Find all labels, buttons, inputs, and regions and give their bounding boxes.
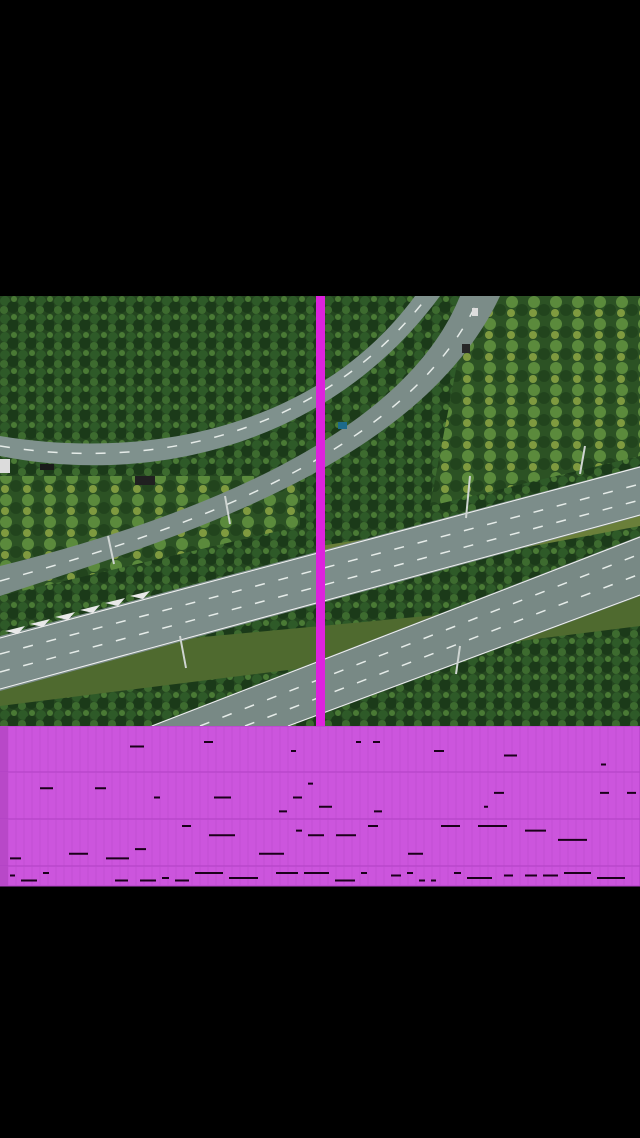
note-block	[279, 810, 287, 813]
note-block	[135, 848, 146, 851]
note-block	[214, 796, 231, 799]
note-block	[162, 877, 169, 879]
sequencer-track-3[interactable]	[0, 818, 640, 867]
note-block	[209, 834, 235, 837]
aerial-highway-scene	[0, 296, 640, 726]
note-block	[408, 852, 423, 855]
note-block	[40, 787, 53, 790]
note-block	[419, 879, 425, 882]
note-block	[304, 872, 329, 874]
note-block	[543, 874, 558, 877]
note-block	[600, 791, 609, 794]
note-block	[21, 879, 37, 882]
note-block	[504, 874, 513, 877]
playhead-marker[interactable]	[316, 296, 325, 726]
note-block	[504, 754, 517, 757]
note-block	[368, 825, 378, 827]
sequencer-panel	[0, 726, 640, 887]
note-block	[259, 852, 284, 855]
note-block	[434, 750, 444, 752]
track-handle	[0, 866, 8, 886]
note-block	[154, 796, 160, 799]
note-block	[308, 782, 313, 785]
note-block	[175, 879, 189, 882]
track-handle	[0, 726, 8, 772]
note-block	[336, 834, 356, 837]
note-block	[319, 805, 332, 808]
note-block	[43, 872, 49, 874]
note-block	[291, 750, 296, 752]
note-block	[361, 872, 367, 874]
note-block	[391, 874, 401, 877]
note-block	[308, 834, 324, 837]
note-block	[182, 825, 191, 827]
note-block	[296, 829, 302, 832]
note-block	[564, 872, 591, 874]
note-block	[293, 796, 302, 799]
note-block	[10, 874, 15, 877]
note-block	[10, 857, 21, 860]
note-block	[356, 741, 361, 743]
note-block	[597, 877, 625, 879]
note-block	[374, 810, 382, 813]
note-block	[69, 852, 88, 855]
note-block	[204, 741, 213, 743]
note-block	[484, 805, 488, 808]
note-block	[525, 829, 546, 832]
note-block	[130, 745, 144, 748]
note-block	[140, 879, 156, 882]
note-block	[454, 872, 461, 874]
note-block	[494, 791, 504, 794]
note-block	[115, 879, 128, 882]
note-block	[106, 857, 129, 860]
note-block	[525, 874, 537, 877]
sequencer-track-2[interactable]	[0, 771, 640, 820]
note-block	[627, 791, 636, 794]
note-block	[229, 877, 258, 879]
note-block	[335, 879, 355, 882]
track-handle	[0, 772, 8, 819]
note-block	[373, 741, 380, 743]
note-block	[431, 879, 436, 882]
note-block	[407, 872, 413, 874]
note-block	[276, 872, 298, 874]
note-block	[441, 825, 460, 827]
note-block	[95, 787, 106, 790]
note-block	[195, 872, 223, 874]
sequencer-track-1[interactable]	[0, 726, 640, 773]
note-block	[478, 825, 507, 827]
track-handle	[0, 819, 8, 866]
note-block	[558, 838, 587, 841]
note-block	[467, 877, 492, 879]
video-frame	[0, 0, 640, 1138]
note-block	[601, 763, 606, 766]
sequencer-track-4[interactable]	[0, 865, 640, 887]
